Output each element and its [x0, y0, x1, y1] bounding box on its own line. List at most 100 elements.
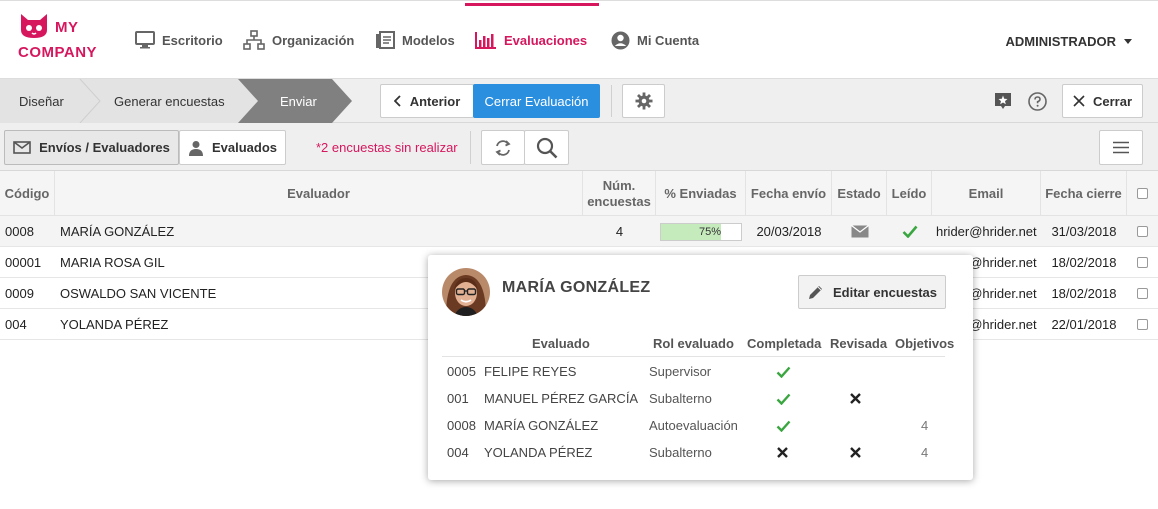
envelope-icon [13, 141, 31, 154]
list-item[interactable]: 0008 MARÍA GONZÁLEZ Autoevaluación 4 [442, 412, 959, 439]
previous-button-label: Anterior [409, 93, 461, 109]
col-num-encuestas[interactable]: Núm. encuestas [583, 171, 656, 216]
previous-button[interactable]: Anterior [380, 84, 474, 118]
cell-select [1127, 216, 1158, 247]
user-circle-icon [611, 31, 630, 49]
evaluated-name: MANUEL PÉREZ GARCÍA [484, 391, 639, 406]
col-objetivos: Objetivos [895, 335, 955, 351]
evaluated-name: MARÍA GONZÁLEZ [484, 418, 599, 433]
col-evaluado: Evaluado [532, 335, 590, 351]
col-evaluador[interactable]: Evaluador [55, 171, 583, 216]
tab-evaluados[interactable]: Evaluados [179, 130, 286, 165]
reviewed-cell [850, 385, 861, 412]
cell-evaluator: MARIA ROSA GIL [60, 255, 165, 270]
company-logo[interactable]: MY COMPANY [18, 13, 98, 65]
evaluated-code: 0005 [447, 364, 476, 379]
help-button[interactable] [1022, 84, 1052, 118]
cell-select [1127, 309, 1158, 340]
col-rol-evaluado: Rol evaluado [653, 335, 734, 351]
list-item[interactable]: 0005 FELIPE REYES Supervisor [442, 358, 959, 385]
row-checkbox[interactable] [1137, 226, 1148, 237]
check-icon [776, 420, 791, 432]
row-checkbox[interactable] [1137, 257, 1148, 268]
nav-modelos-label: Modelos [402, 32, 455, 48]
cross-icon [777, 447, 788, 458]
step-disenar[interactable]: Diseñar [19, 79, 64, 123]
nav-escritorio-label: Escritorio [162, 32, 223, 48]
divider [611, 85, 612, 117]
tab-evaluados-label: Evaluados [211, 140, 278, 155]
cell-sent-date: 20/03/2018 [756, 224, 822, 239]
nav-mi-cuenta[interactable]: Mi Cuenta [611, 1, 699, 79]
cell-close-date: 18/02/2018 [1051, 286, 1117, 301]
divider [470, 131, 471, 164]
nav-organizacion[interactable]: Organización [243, 1, 354, 79]
col-fecha-cierre[interactable]: Fecha cierre [1041, 171, 1127, 216]
check-icon [776, 393, 791, 405]
org-chart-icon [243, 30, 265, 50]
evaluated-role: Autoevaluación [649, 418, 738, 433]
search-icon [536, 137, 557, 158]
list-item[interactable]: 004 YOLANDA PÉREZ Subalterno 4 [442, 439, 959, 466]
edit-surveys-button[interactable]: Editar encuestas [798, 275, 946, 309]
cross-icon [850, 447, 861, 458]
completed-cell [776, 412, 791, 439]
evaluated-role: Supervisor [649, 364, 712, 379]
col-estado[interactable]: Estado [832, 171, 887, 216]
tab-envios-label: Envíos / Evaluadores [39, 140, 170, 155]
evaluated-code: 001 [447, 391, 469, 406]
row-checkbox[interactable] [1137, 319, 1148, 330]
logo-text-my: MY [55, 19, 79, 36]
pencil-icon [808, 285, 822, 299]
nav-evaluaciones-label: Evaluaciones [504, 32, 588, 48]
envelope-icon [850, 225, 869, 238]
col-fecha-envio[interactable]: Fecha envío [746, 171, 832, 216]
monitor-icon [135, 31, 155, 49]
table-row[interactable]: 0008 MARÍA GONZÁLEZ 4 75% 20/03/2018 hri… [0, 216, 1158, 247]
cell-close-date: 31/03/2018 [1051, 224, 1117, 239]
cell-code: 004 [5, 317, 27, 332]
cell-close-date: 22/01/2018 [1051, 317, 1117, 332]
col-email[interactable]: Email [932, 171, 1041, 216]
select-all-checkbox[interactable] [1137, 188, 1148, 199]
tab-envios-evaluadores[interactable]: Envíos / Evaluadores [4, 130, 179, 165]
close-icon [1073, 95, 1085, 107]
table-header: Código Evaluador Núm. encuestas % Enviad… [0, 171, 1158, 216]
check-icon [776, 366, 791, 378]
evaluated-role: Subalterno [649, 445, 712, 460]
evaluator-detail-popover: MARÍA GONZÁLEZ Editar encuestas Evaluado… [428, 255, 973, 480]
edit-surveys-label: Editar encuestas [832, 284, 938, 300]
row-checkbox[interactable] [1137, 288, 1148, 299]
col-codigo[interactable]: Código [0, 171, 55, 216]
col-enviadas[interactable]: % Enviadas [656, 171, 746, 216]
close-evaluation-button[interactable]: Cerrar Evaluación [473, 84, 600, 118]
cross-icon [850, 393, 861, 404]
refresh-button[interactable] [481, 130, 525, 165]
hamburger-menu-icon [1113, 141, 1129, 154]
refresh-icon [495, 139, 511, 156]
popover-title: MARÍA GONZÁLEZ [502, 279, 651, 296]
cell-read [887, 216, 932, 247]
evaluated-code: 0008 [447, 418, 476, 433]
cell-code: 0009 [5, 286, 34, 301]
nav-escritorio[interactable]: Escritorio [135, 1, 223, 79]
reviewed-cell [850, 439, 861, 466]
gear-icon [635, 92, 652, 110]
nav-evaluaciones[interactable]: Evaluaciones [475, 1, 587, 79]
nav-modelos[interactable]: Modelos [375, 1, 455, 79]
search-button[interactable] [524, 130, 569, 165]
list-item[interactable]: 001 MANUEL PÉREZ GARCÍA Subalterno [442, 385, 959, 412]
menu-button[interactable] [1099, 130, 1143, 165]
col-select-all [1127, 171, 1158, 216]
logo-text-company: COMPANY [18, 44, 98, 61]
col-leido[interactable]: Leído [887, 171, 932, 216]
settings-button[interactable] [622, 84, 665, 118]
wizard-action-bar: Diseñar Generar encuestas Enviar Anterio… [0, 78, 1158, 123]
step-enviar[interactable]: Enviar [280, 79, 317, 123]
user-menu[interactable]: ADMINISTRADOR [1006, 34, 1132, 49]
close-button[interactable]: Cerrar [1062, 84, 1143, 118]
feedback-button[interactable] [988, 84, 1018, 118]
cell-code: 00001 [5, 255, 42, 270]
progress-label: 75% [698, 225, 721, 238]
step-generar-encuestas[interactable]: Generar encuestas [114, 79, 225, 123]
